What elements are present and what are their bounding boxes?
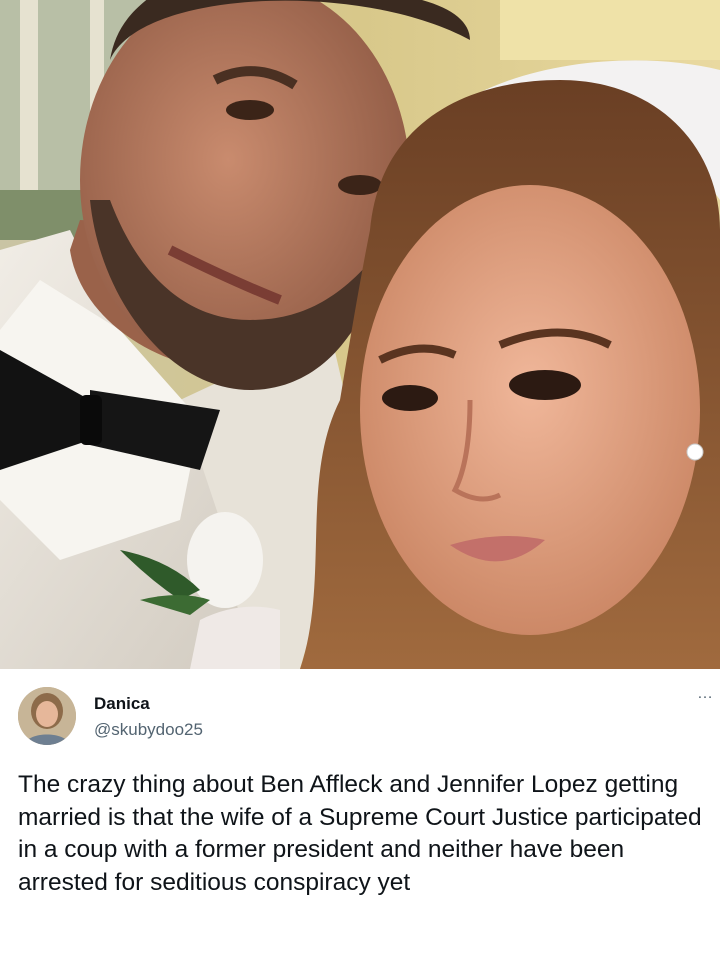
tweet-text: The crazy thing about Ben Affleck and Je…	[18, 771, 702, 896]
author-name[interactable]: Danica	[94, 694, 150, 714]
avatar-image	[18, 687, 76, 745]
tweet-card: Danica @skubydoo25 … The crazy thing abo…	[0, 669, 720, 960]
photo-illustration	[0, 0, 720, 669]
author-handle[interactable]: @skubydoo25	[94, 720, 203, 740]
author-avatar[interactable]	[18, 687, 76, 745]
more-options-icon[interactable]: …	[697, 685, 713, 703]
attached-wedding-photo[interactable]	[0, 0, 720, 669]
